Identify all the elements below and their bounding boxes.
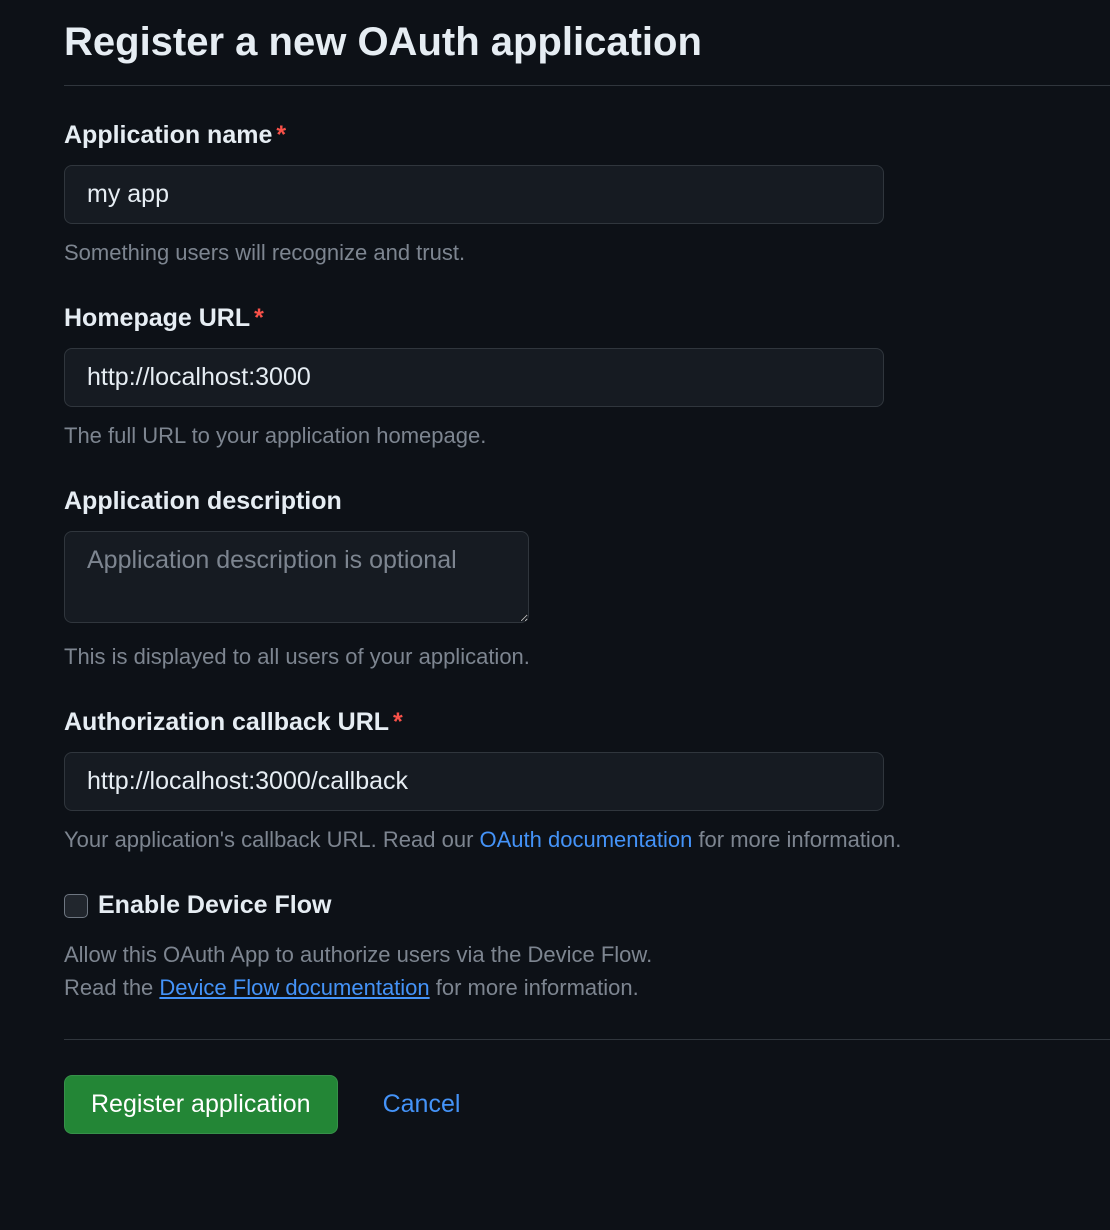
device-flow-help-suffix: for more information. <box>430 975 639 1000</box>
register-application-button[interactable]: Register application <box>64 1075 338 1134</box>
required-asterisk-icon: * <box>254 304 264 332</box>
oauth-documentation-link[interactable]: OAuth documentation <box>480 827 693 852</box>
device-flow-checkbox[interactable] <box>64 894 88 918</box>
device-flow-label: Enable Device Flow <box>98 891 331 920</box>
homepage-url-label: Homepage URL* <box>64 304 1110 333</box>
callback-url-label-text: Authorization callback URL <box>64 708 389 736</box>
cancel-link[interactable]: Cancel <box>383 1090 461 1119</box>
app-name-input[interactable] <box>64 165 884 224</box>
device-flow-help-line2: Read the Device Flow documentation for m… <box>64 971 1110 1004</box>
description-help: This is displayed to all users of your a… <box>64 640 1110 673</box>
device-flow-help-line1: Allow this OAuth App to authorize users … <box>64 938 1110 971</box>
button-row: Register application Cancel <box>64 1075 1110 1134</box>
callback-url-help: Your application's callback URL. Read ou… <box>64 823 1110 856</box>
app-name-group: Application name* Something users will r… <box>64 121 1110 269</box>
page-title: Register a new OAuth application <box>64 20 1110 65</box>
device-flow-documentation-link[interactable]: Device Flow documentation <box>159 975 429 1000</box>
app-name-label-text: Application name <box>64 121 272 149</box>
required-asterisk-icon: * <box>276 121 286 149</box>
app-name-help: Something users will recognize and trust… <box>64 236 1110 269</box>
callback-url-input[interactable] <box>64 752 884 811</box>
homepage-url-input[interactable] <box>64 348 884 407</box>
callback-help-suffix: for more information. <box>692 827 901 852</box>
device-flow-checkbox-wrapper: Enable Device Flow <box>64 891 1110 920</box>
description-input[interactable] <box>64 531 529 623</box>
app-name-label: Application name* <box>64 121 1110 150</box>
description-label-text: Application description <box>64 487 342 515</box>
homepage-url-group: Homepage URL* The full URL to your appli… <box>64 304 1110 452</box>
device-flow-group: Enable Device Flow Allow this OAuth App … <box>64 891 1110 1004</box>
actions-divider <box>64 1039 1110 1040</box>
description-group: Application description This is displaye… <box>64 487 1110 673</box>
device-flow-help-prefix: Read the <box>64 975 159 1000</box>
callback-url-group: Authorization callback URL* Your applica… <box>64 708 1110 856</box>
description-label: Application description <box>64 487 1110 516</box>
required-asterisk-icon: * <box>393 708 403 736</box>
callback-url-label: Authorization callback URL* <box>64 708 1110 737</box>
title-divider <box>64 85 1110 86</box>
homepage-url-label-text: Homepage URL <box>64 304 250 332</box>
callback-help-prefix: Your application's callback URL. Read ou… <box>64 827 480 852</box>
device-flow-help: Allow this OAuth App to authorize users … <box>64 938 1110 1004</box>
homepage-url-help: The full URL to your application homepag… <box>64 419 1110 452</box>
